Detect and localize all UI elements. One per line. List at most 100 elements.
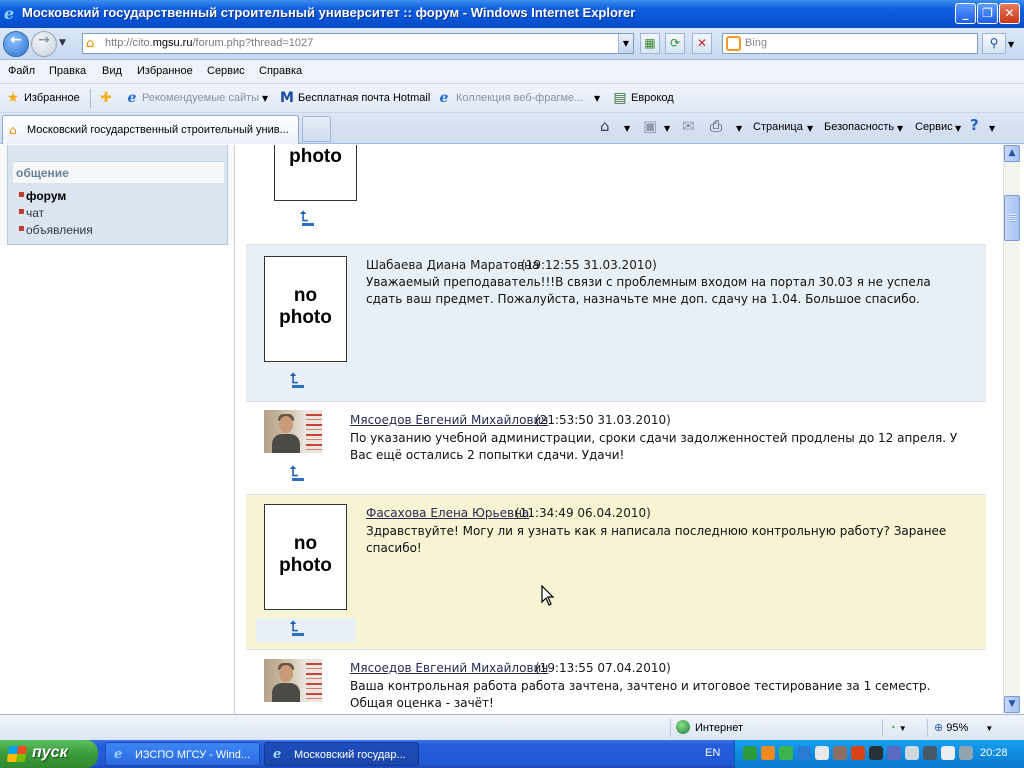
scroll-to-top-icon[interactable]: ⮤ — [290, 464, 305, 481]
taskbar-item[interactable]: e ИЗСПО МГСУ - Wind... — [105, 742, 260, 766]
fav-web-slice-gallery[interactable]: Коллекция веб-фрагме... — [456, 92, 583, 104]
menu-file[interactable]: Файл — [8, 65, 35, 77]
add-favorite-icon[interactable]: ✚ — [98, 90, 114, 106]
scroll-up-button[interactable]: ▲ — [1004, 145, 1020, 162]
status-bar: Интернет ◔ ▼ ⊕ 95% ▼ — [0, 714, 1024, 740]
compatibility-view-icon[interactable]: ▦ — [640, 33, 660, 54]
protected-mode-dropdown-icon[interactable]: ▼ — [899, 724, 907, 733]
sidebar-item-chat[interactable]: чат — [26, 206, 44, 220]
tray-app-icon[interactable] — [761, 746, 775, 760]
search-placeholder: Bing — [745, 37, 768, 49]
menu-help[interactable]: Справка — [259, 65, 302, 77]
start-label: пуск — [32, 744, 68, 761]
home-icon[interactable]: ⌂ — [600, 117, 610, 135]
tray-app-icon[interactable] — [743, 746, 757, 760]
scroll-to-top-icon[interactable]: ⮤ — [290, 371, 305, 388]
favorites-separator — [90, 89, 91, 108]
security-zone: Интернет — [670, 719, 880, 737]
taskbar-item-active[interactable]: e Московский государ... — [264, 742, 419, 766]
address-url[interactable]: http://cito.mgsu.ru/forum.php?thread=102… — [105, 37, 313, 49]
feeds-dropdown-icon[interactable]: ▼ — [664, 124, 670, 133]
web-slice-dropdown-icon[interactable]: ▼ — [594, 94, 600, 103]
suggested-sites-dropdown-icon[interactable]: ▼ — [262, 94, 268, 103]
volume-icon[interactable] — [869, 746, 883, 760]
tray-app-icon[interactable] — [779, 746, 793, 760]
address-dropdown-icon[interactable]: ▼ — [618, 34, 633, 53]
sidebar-item-announcements[interactable]: объявления — [26, 223, 93, 237]
post-message: Уважаемый преподаватель!!!В связи с проб… — [366, 275, 931, 306]
recent-pages-dropdown-icon[interactable]: ▼ — [59, 38, 66, 48]
vertical-scrollbar[interactable]: ▲ ▼ — [1003, 145, 1020, 714]
home-dropdown-icon[interactable]: ▼ — [624, 124, 630, 133]
favorites-button[interactable]: Избранное — [24, 92, 80, 104]
bing-icon — [726, 36, 741, 51]
zoom-dropdown-icon[interactable]: ▼ — [985, 724, 993, 733]
no-photo-placeholder: photo — [274, 145, 357, 201]
search-options-dropdown-icon[interactable]: ▼ — [1008, 40, 1014, 49]
close-button[interactable]: ✕ — [999, 3, 1020, 24]
scroll-thumb[interactable] — [1004, 195, 1020, 241]
new-tab-button[interactable] — [302, 116, 331, 142]
tools-menu[interactable]: Сервис — [915, 121, 953, 133]
menu-favorites[interactable]: Избранное — [137, 65, 193, 77]
sidebar-communication: общение ▪ форум ▪ чат ▪ объявления — [7, 145, 228, 245]
menu-edit[interactable]: Правка — [49, 65, 86, 77]
tab-active[interactable]: ⌂ Московский государственный строительны… — [2, 115, 299, 144]
page-menu-dropdown-icon: ▼ — [807, 124, 814, 133]
language-indicator[interactable]: EN — [705, 747, 720, 759]
post-author-link[interactable]: Мясоедов Евгений Михайлович — [350, 661, 548, 675]
safety-menu[interactable]: Безопасность — [824, 121, 894, 133]
print-icon[interactable]: ⎙ — [710, 117, 722, 135]
rss-feeds-icon[interactable]: ▣ — [643, 117, 657, 135]
minimize-button[interactable]: _ — [955, 3, 976, 24]
post-message: Здравствуйте! Могу ли я узнать как я нап… — [366, 524, 947, 555]
post-author: Шабаева Диана Маратовна — [366, 258, 540, 272]
fav-suggested-sites[interactable]: Рекомендуемые сайты — [142, 92, 259, 104]
sidebar-item-forum[interactable]: форум — [26, 189, 66, 203]
zoom-control[interactable]: ⊕ 95% ▼ — [927, 719, 1007, 737]
maximize-button[interactable]: ❐ — [977, 3, 998, 24]
back-button[interactable]: ← — [3, 31, 29, 57]
stop-icon[interactable]: ✕ — [692, 33, 712, 54]
help-dropdown-icon[interactable]: ▼ — [989, 124, 995, 133]
post-date: (11:34:49 06.04.2010) — [515, 506, 651, 520]
menu-tools[interactable]: Сервис — [207, 65, 245, 77]
scroll-down-button[interactable]: ▼ — [1004, 696, 1020, 713]
tray-app-icon[interactable] — [797, 746, 811, 760]
favorites-star-icon[interactable]: ★ — [5, 90, 21, 106]
post-author-link[interactable]: Фасахова Елена Юрьевна — [366, 506, 529, 520]
ie-logo-icon: e — [4, 4, 15, 23]
fav-hotmail[interactable]: Бесплатная почта Hotmail — [298, 92, 430, 104]
author-avatar[interactable] — [264, 410, 322, 453]
tray-app-icon[interactable] — [887, 746, 901, 760]
tray-app-icon[interactable] — [959, 746, 973, 760]
post-author-link[interactable]: Мясоедов Евгений Михайлович — [350, 413, 548, 427]
network-icon[interactable] — [905, 746, 919, 760]
forward-button[interactable]: → — [31, 31, 57, 57]
tray-app-icon[interactable] — [833, 746, 847, 760]
clock: 20:28 — [980, 747, 1008, 759]
tray-app-icon[interactable] — [815, 746, 829, 760]
start-button[interactable]: пуск — [0, 740, 98, 768]
tray-app-icon[interactable] — [923, 746, 937, 760]
page-menu[interactable]: Страница — [753, 121, 803, 133]
address-bar[interactable]: ⌂ http://cito.mgsu.ru/forum.php?thread=1… — [82, 33, 634, 54]
scroll-to-top-icon[interactable]: ⮤ — [300, 209, 315, 226]
windows-taskbar: пуск e ИЗСПО МГСУ - Wind... e Московский г… — [0, 740, 1024, 768]
author-avatar[interactable] — [264, 659, 322, 702]
menu-view[interactable]: Вид — [102, 65, 122, 77]
help-icon[interactable]: ? — [970, 116, 979, 134]
refresh-icon[interactable]: ⟳ — [665, 33, 685, 54]
fav-eurocode[interactable]: Еврокод — [631, 92, 674, 104]
protected-mode[interactable]: ◔ ▼ — [882, 719, 926, 737]
print-dropdown-icon[interactable]: ▼ — [736, 124, 742, 133]
tray-app-icon[interactable] — [851, 746, 865, 760]
search-input[interactable]: Bing — [722, 33, 978, 54]
scroll-to-top-icon[interactable]: ⮤ — [290, 619, 305, 636]
tray-app-icon[interactable] — [941, 746, 955, 760]
search-icon[interactable]: ⚲ — [982, 33, 1006, 54]
column-divider — [234, 145, 235, 714]
mail-icon[interactable]: ✉ — [682, 117, 695, 135]
forum-thread: photo ⮤ no photo ⮤ Шабаева Диана Маратов… — [246, 145, 986, 714]
forum-post: photo ⮤ — [246, 145, 986, 245]
